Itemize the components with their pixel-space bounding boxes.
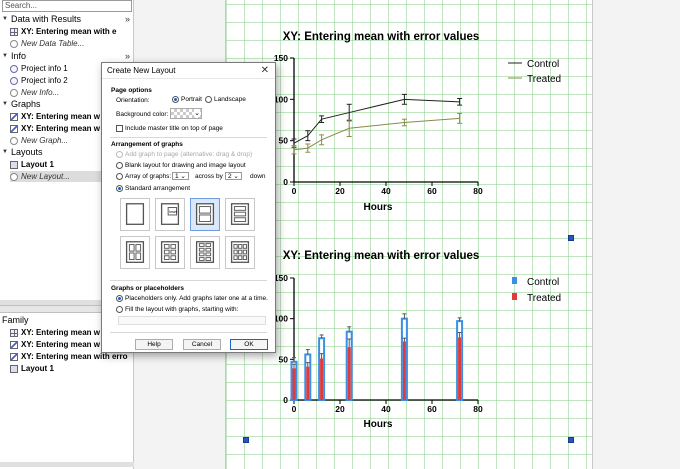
divider	[110, 137, 267, 138]
cancel-button[interactable]: Cancel	[183, 339, 221, 350]
close-icon[interactable]: ✕	[261, 65, 269, 76]
across-by-label: across by	[195, 173, 223, 180]
blank-layout-radio[interactable]: Blank layout for drawing and image layou…	[116, 162, 246, 169]
x-axis-label: Hours	[364, 202, 393, 213]
fill-start-dropdown[interactable]	[118, 316, 266, 325]
x-axis-label: Hours	[364, 419, 393, 430]
layout-option-2x4[interactable]	[190, 236, 220, 269]
bar	[306, 366, 310, 400]
x-tick-label: 60	[427, 404, 437, 414]
background-color-picker[interactable]: ⌄	[170, 108, 202, 119]
chevron-down-icon: ⌄	[194, 109, 200, 117]
bar	[458, 337, 462, 400]
radio-icon	[116, 173, 123, 180]
bar	[292, 368, 296, 400]
bar	[402, 341, 406, 400]
arrangement-heading: Arrangement of graphs	[111, 141, 183, 148]
landscape-radio[interactable]: Landscape	[205, 96, 246, 103]
legend-label: Treated	[527, 74, 561, 85]
layout-option-2x3[interactable]	[155, 236, 185, 269]
bar	[320, 358, 324, 400]
background-color-label: Background color:	[116, 111, 169, 118]
layout-option-three-stacked[interactable]	[225, 198, 255, 231]
ok-button[interactable]: OK	[230, 339, 268, 350]
layout-option-2x2[interactable]	[120, 236, 150, 269]
divider	[110, 280, 267, 281]
add-graph-radio[interactable]: Add graph to page (alternative: drag & d…	[116, 151, 252, 158]
down-label: down	[250, 173, 266, 180]
page-options-heading: Page options	[111, 87, 152, 94]
create-new-layout-dialog: Create New Layout ✕ Page options Orienta…	[101, 62, 276, 353]
layout-option-two-stacked[interactable]	[190, 198, 220, 231]
orientation-label: Orientation:	[116, 97, 150, 104]
array-of-graphs-radio[interactable]: Array of graphs:	[116, 173, 171, 180]
portrait-radio[interactable]: Portrait	[172, 96, 202, 103]
x-tick-label: 20	[335, 404, 345, 414]
radio-selected-icon	[116, 185, 123, 192]
x-tick-label: 40	[381, 404, 391, 414]
y-tick-label: 50	[279, 136, 289, 146]
legend-label: Control	[527, 277, 559, 288]
dialog-title: Create New Layout	[102, 63, 275, 79]
legend-swatch	[512, 293, 517, 300]
resize-handle[interactable]	[568, 437, 574, 443]
radio-selected-icon	[172, 96, 179, 103]
legend-label: Treated	[527, 293, 561, 304]
series-line	[293, 98, 460, 144]
inset-label: Inset	[169, 210, 177, 214]
chart-title: XY: Entering mean with error values	[283, 250, 480, 262]
master-title-checkbox[interactable]: Include master title on top of page	[116, 125, 223, 132]
resize-handle[interactable]	[568, 235, 574, 241]
help-button[interactable]: Help	[135, 339, 173, 350]
x-tick-label: 80	[473, 404, 483, 414]
x-tick-label: 0	[292, 186, 297, 196]
x-tick-label: 80	[473, 186, 483, 196]
layout-option-inset[interactable]: Inset	[155, 198, 185, 231]
layout-option-single[interactable]	[120, 198, 150, 231]
divider	[110, 332, 267, 333]
placeholders-heading: Graphs or placeholders	[111, 285, 184, 292]
x-tick-label: 40	[381, 186, 391, 196]
array-cols-spinner[interactable]: 2 ⌄	[225, 172, 242, 180]
legend-label: Control	[527, 59, 559, 70]
radio-icon	[116, 162, 123, 169]
x-tick-label: 20	[335, 186, 345, 196]
y-tick-label: 0	[283, 177, 288, 187]
radio-icon	[116, 151, 123, 158]
y-tick-label: 50	[279, 354, 289, 364]
x-tick-label: 60	[427, 186, 437, 196]
radio-icon	[116, 306, 123, 313]
fill-layout-radio[interactable]: Fill the layout with graphs, starting wi…	[116, 306, 238, 313]
placeholders-only-radio[interactable]: Placeholders only. Add graphs later one …	[116, 295, 268, 302]
layout-option-3x3[interactable]	[225, 236, 255, 269]
radio-selected-icon	[116, 295, 123, 302]
x-tick-label: 0	[292, 404, 297, 414]
array-rows-spinner[interactable]: 1 ⌄	[172, 172, 189, 180]
chart-title: XY: Entering mean with error values	[283, 31, 480, 43]
legend-swatch	[512, 277, 517, 284]
checkbox-icon	[116, 125, 123, 132]
standard-arrangement-radio[interactable]: Standard arrangement	[116, 185, 190, 192]
resize-handle[interactable]	[243, 437, 249, 443]
radio-icon	[205, 96, 212, 103]
y-tick-label: 0	[283, 395, 288, 405]
bar	[347, 347, 351, 400]
